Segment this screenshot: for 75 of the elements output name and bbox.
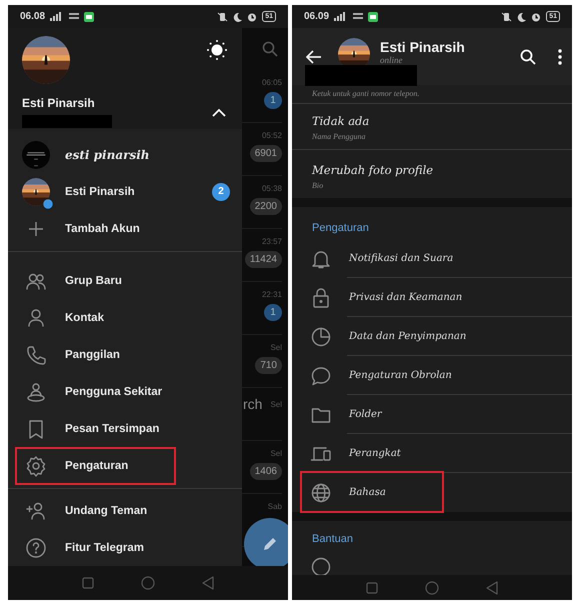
- chat-time: 22:31: [262, 290, 282, 299]
- field-label: Ketuk untuk ganti nomor telepon.: [312, 89, 420, 98]
- chat-time: Sel: [270, 449, 282, 458]
- menu-item[interactable]: Pesan Tersimpan: [8, 410, 242, 447]
- menu-item[interactable]: Pengaturan: [8, 447, 242, 484]
- chat-time: Sab: [268, 502, 282, 511]
- unread-badge: 1: [264, 92, 282, 109]
- network-speed-icon: [353, 12, 364, 21]
- section-heading: Pengaturan: [311, 221, 370, 236]
- profile-name: Esti Pinarsih: [22, 96, 96, 110]
- network-speed-icon: [69, 12, 80, 21]
- menu-item[interactable]: Pengguna Sekitar: [8, 373, 242, 410]
- vibrate-off-icon: [501, 12, 512, 22]
- unread-badge: 1406: [250, 463, 282, 480]
- account-item[interactable]: esti pinarsih: [8, 136, 242, 173]
- unread-badge: 2: [212, 182, 230, 200]
- status-time: 06.08: [20, 11, 46, 22]
- status-time: 06.09: [304, 11, 330, 22]
- chat-time: 06:05: [262, 78, 282, 87]
- speech-bubble-icon: [310, 364, 332, 386]
- phone-icon: [25, 344, 47, 366]
- home-button[interactable]: [140, 576, 155, 590]
- alarm-icon: [531, 12, 542, 22]
- menu-item[interactable]: Kontak: [8, 299, 242, 336]
- chat-time: Sel: [270, 400, 282, 408]
- settings-item[interactable]: Privasi dan Keamanan: [292, 278, 572, 317]
- field-label: Bio: [312, 181, 324, 190]
- compose-button[interactable]: [244, 518, 288, 566]
- chat-title: rch: [242, 396, 262, 412]
- unread-badge: 2200: [250, 198, 282, 215]
- chat-time: 05:52: [262, 131, 282, 140]
- unread-badge: 6901: [250, 145, 282, 162]
- field-value: Tidak ada: [312, 114, 370, 128]
- add-account-button[interactable]: Tambah Akun: [8, 210, 242, 247]
- field-label: Nama Pengguna: [312, 132, 367, 141]
- settings-item[interactable]: Notifikasi dan Suara: [292, 239, 572, 278]
- settings-item[interactable]: Perangkat: [292, 434, 572, 473]
- settings-item[interactable]: Pengaturan Obrolan: [292, 356, 572, 395]
- alarm-icon: [247, 12, 258, 22]
- pie-chart-icon: [310, 326, 332, 348]
- moon-icon: [233, 12, 242, 22]
- section-heading: Bantuan: [311, 532, 354, 547]
- theme-toggle-button[interactable]: [206, 39, 228, 61]
- online-status: online: [380, 54, 404, 64]
- chat-time: 23:57: [262, 237, 282, 246]
- message-icon: [84, 12, 94, 22]
- chat-time: Sel: [270, 343, 282, 352]
- profile-name: Esti Pinarsih: [380, 38, 466, 54]
- more-options-button[interactable]: [558, 48, 562, 64]
- globe-icon: [310, 482, 332, 504]
- settings-icon: [25, 454, 47, 476]
- message-icon: [368, 12, 378, 22]
- recent-apps-button[interactable]: [82, 577, 94, 589]
- unread-badge: 11424: [244, 251, 282, 268]
- help-icon: [25, 536, 47, 558]
- chat-time: 05:38: [262, 184, 282, 193]
- menu-item[interactable]: Grup Baru: [8, 262, 242, 299]
- settings-item[interactable]: Bahasa: [292, 473, 572, 512]
- field-value: Merubah foto profile: [312, 163, 434, 177]
- menu-item[interactable]: Undang Teman: [8, 492, 242, 529]
- settings-item[interactable]: Folder: [292, 395, 572, 434]
- vibrate-off-icon: [217, 12, 228, 22]
- home-button[interactable]: [424, 580, 439, 594]
- pencil-icon: [262, 536, 278, 552]
- moon-icon: [517, 12, 526, 22]
- person-pin-icon: [25, 380, 47, 402]
- menu-item[interactable]: Fitur Telegram: [8, 529, 242, 566]
- search-icon[interactable]: [262, 41, 278, 57]
- unread-badge: 710: [255, 357, 282, 374]
- plus-icon: [27, 220, 45, 238]
- unread-badge: 1: [264, 304, 282, 321]
- search-button[interactable]: [520, 48, 536, 64]
- menu-item[interactable]: Panggilan: [8, 336, 242, 373]
- settings-item[interactable]: Data dan Penyimpanan: [292, 317, 572, 356]
- recent-apps-button[interactable]: [366, 582, 378, 594]
